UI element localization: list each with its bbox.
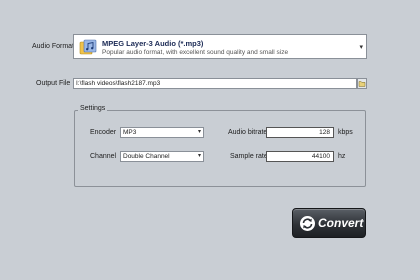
- encoder-value: MP3: [123, 129, 137, 136]
- bitrate-label: Audio bitrate: [228, 129, 268, 136]
- chevron-down-icon[interactable]: ▾: [359, 43, 363, 51]
- encoder-label: Encoder: [90, 129, 117, 136]
- chevron-down-icon: ▾: [197, 129, 201, 135]
- samplerate-unit: hz: [338, 153, 346, 160]
- channel-label: Channel: [90, 153, 117, 160]
- selected-format-description: Popular audio format, with excellent sou…: [102, 49, 289, 56]
- convert-button[interactable]: Convert: [292, 208, 366, 238]
- convert-label: Convert: [318, 216, 364, 230]
- samplerate-label: Sample rate: [230, 153, 268, 160]
- audio-format-label: Audio Format: [32, 43, 75, 50]
- folder-icon: [358, 81, 366, 87]
- audio-format-dropdown[interactable]: MPEG Layer-3 Audio (*.mp3) Popular audio…: [73, 34, 367, 59]
- channel-value: Double Channel: [123, 153, 170, 160]
- output-file-field[interactable]: I:\flash videos\flash2187.mp3: [73, 78, 357, 89]
- bitrate-unit: kbps: [338, 129, 353, 136]
- selected-format-title: MPEG Layer-3 Audio (*.mp3): [102, 39, 204, 48]
- chevron-down-icon: ▾: [197, 153, 201, 159]
- output-file-label: Output File: [36, 80, 71, 87]
- settings-legend: Settings: [78, 105, 108, 112]
- encoder-select[interactable]: MP3 ▾: [120, 127, 204, 138]
- samplerate-input[interactable]: 44100: [266, 151, 334, 162]
- browse-folder-button[interactable]: [357, 78, 367, 89]
- settings-group: [74, 110, 366, 187]
- channel-select[interactable]: Double Channel ▾: [120, 151, 204, 162]
- convert-arrows-icon: [300, 216, 315, 231]
- bitrate-input[interactable]: 128: [266, 127, 334, 138]
- music-file-icon: [79, 39, 97, 55]
